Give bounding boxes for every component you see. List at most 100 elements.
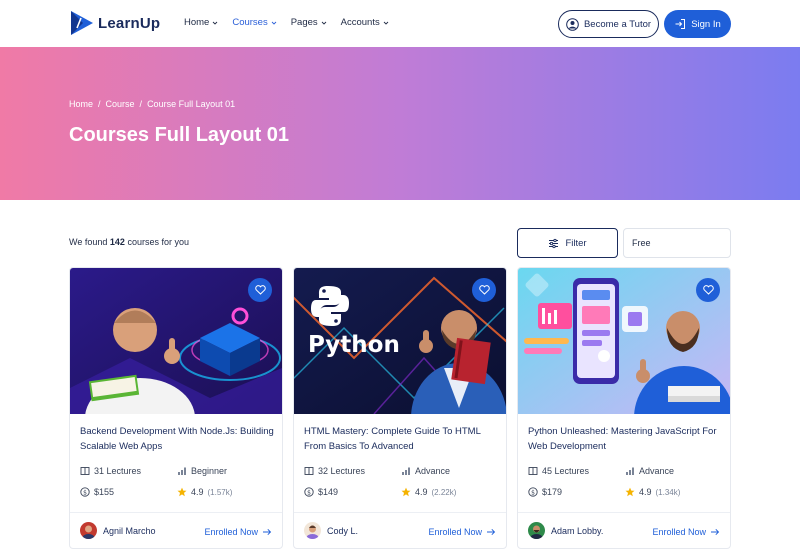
course-rating: 4.9 (2.22k): [401, 487, 456, 497]
logo-icon: [71, 11, 93, 35]
chevron-down-icon: [383, 21, 389, 25]
chevron-down-icon: [213, 21, 218, 25]
chevron-down-icon: [321, 21, 326, 25]
breadcrumb-current: Course Full Layout 01: [147, 99, 236, 109]
level-bars-icon: [626, 467, 634, 475]
page-title: Courses Full Layout 01: [69, 124, 290, 146]
price-text: $149: [318, 487, 339, 497]
filter-button[interactable]: Filter: [517, 228, 618, 258]
course-price: $ $149: [304, 487, 338, 497]
course-title[interactable]: HTML Mastery: Complete Guide To HTML Fro…: [304, 424, 499, 454]
course-author[interactable]: Agnil Marcho: [80, 522, 156, 539]
lectures-count: 32 Lectures: [304, 466, 365, 476]
heart-icon: [478, 285, 490, 295]
arrow-right-icon: [487, 528, 496, 536]
divider: [518, 512, 730, 513]
nav-courses[interactable]: Courses: [232, 17, 277, 28]
results-count: We found 142 courses for you: [69, 237, 189, 247]
course-card[interactable]: Python Unleashed: Mastering JavaScript F…: [517, 267, 731, 549]
dollar-coin-icon: $: [528, 487, 538, 497]
svg-text:$: $: [83, 489, 87, 496]
course-level: Advance: [401, 466, 450, 476]
page-hero: Home / Course / Course Full Layout 01 Co…: [0, 47, 800, 200]
favorite-button[interactable]: [696, 278, 720, 302]
star-icon: [625, 487, 635, 497]
heart-icon: [702, 285, 714, 295]
enroll-label: Enrolled Now: [204, 527, 258, 537]
breadcrumb: Home / Course / Course Full Layout 01: [69, 99, 235, 109]
dollar-coin-icon: $: [80, 487, 90, 497]
book-icon: [304, 467, 314, 475]
sliders-icon: [549, 238, 559, 248]
svg-text:$: $: [307, 489, 311, 496]
book-icon: [528, 467, 538, 475]
image-caption: Python: [308, 332, 400, 358]
course-thumbnail[interactable]: [70, 268, 282, 414]
lectures-count: 45 Lectures: [528, 466, 589, 476]
logo[interactable]: LearnUp: [69, 10, 160, 36]
heart-icon: [254, 285, 266, 295]
results-prefix: We found: [69, 237, 108, 247]
star-icon: [177, 487, 187, 497]
course-rating: 4.9 (1.34k): [625, 487, 680, 497]
lectures-count: 31 Lectures: [80, 466, 141, 476]
favorite-button[interactable]: [248, 278, 272, 302]
brand-name: LearnUp: [98, 14, 161, 32]
nav-accounts-label: Accounts: [340, 17, 380, 28]
price-select[interactable]: Free: [623, 228, 731, 258]
nav-home[interactable]: Home: [184, 17, 218, 28]
course-card[interactable]: Backend Development With Node.Js: Buildi…: [69, 267, 283, 549]
breadcrumb-separator: /: [139, 99, 143, 109]
divider: [294, 512, 506, 513]
enroll-link[interactable]: Enrolled Now: [428, 527, 496, 537]
course-level: Advance: [625, 466, 674, 476]
avatar: [80, 522, 97, 539]
course-price: $ $155: [80, 487, 114, 497]
level-text: Beginner: [191, 466, 228, 476]
course-price: $ $179: [528, 487, 562, 497]
main-nav: Home Courses Pages Accounts: [184, 17, 389, 28]
course-author[interactable]: Adam Lobby.: [528, 522, 603, 539]
become-tutor-label: Become a Tutor: [583, 18, 652, 30]
star-icon: [401, 487, 411, 497]
rating-value: 4.9: [639, 487, 652, 497]
course-rating: 4.9 (1.57k): [177, 487, 232, 497]
author-name: Agnil Marcho: [103, 525, 156, 536]
price-select-value: Free: [632, 238, 651, 248]
divider: [70, 512, 282, 513]
review-count: (1.34k): [655, 487, 681, 497]
nav-pages[interactable]: Pages: [291, 17, 327, 28]
course-level: Beginner: [177, 466, 227, 476]
breadcrumb-home[interactable]: Home: [69, 99, 93, 109]
become-tutor-button[interactable]: Become a Tutor: [558, 10, 659, 38]
level-bars-icon: [178, 467, 186, 475]
level-bars-icon: [402, 467, 410, 475]
author-name: Adam Lobby.: [551, 525, 604, 536]
level-text: Advance: [639, 466, 675, 476]
enroll-label: Enrolled Now: [652, 527, 706, 537]
enroll-link[interactable]: Enrolled Now: [652, 527, 720, 537]
breadcrumb-course[interactable]: Course: [106, 99, 135, 109]
course-title[interactable]: Backend Development With Node.Js: Buildi…: [80, 424, 275, 454]
enroll-label: Enrolled Now: [428, 527, 482, 537]
user-circle-icon: [566, 17, 579, 31]
nav-accounts[interactable]: Accounts: [341, 17, 389, 28]
filter-label: Filter: [565, 237, 587, 249]
avatar: [304, 522, 321, 539]
sign-in-button[interactable]: Sign In: [664, 10, 731, 38]
favorite-button[interactable]: [472, 278, 496, 302]
course-card[interactable]: Python HTML Mastery: Complete Guide To H…: [293, 267, 507, 549]
course-title[interactable]: Python Unleashed: Mastering JavaScript F…: [528, 424, 723, 454]
arrow-right-icon: [263, 528, 272, 536]
course-author[interactable]: Cody L.: [304, 522, 358, 539]
lectures-text: 31 Lectures: [94, 466, 142, 476]
course-thumbnail[interactable]: Python: [294, 268, 506, 414]
price-text: $155: [94, 487, 115, 497]
course-thumbnail[interactable]: [518, 268, 730, 414]
sign-in-icon: [675, 19, 686, 29]
nav-courses-label: Courses: [232, 17, 268, 28]
rating-value: 4.9: [415, 487, 428, 497]
dollar-coin-icon: $: [304, 487, 314, 497]
lectures-text: 32 Lectures: [318, 466, 366, 476]
enroll-link[interactable]: Enrolled Now: [204, 527, 272, 537]
